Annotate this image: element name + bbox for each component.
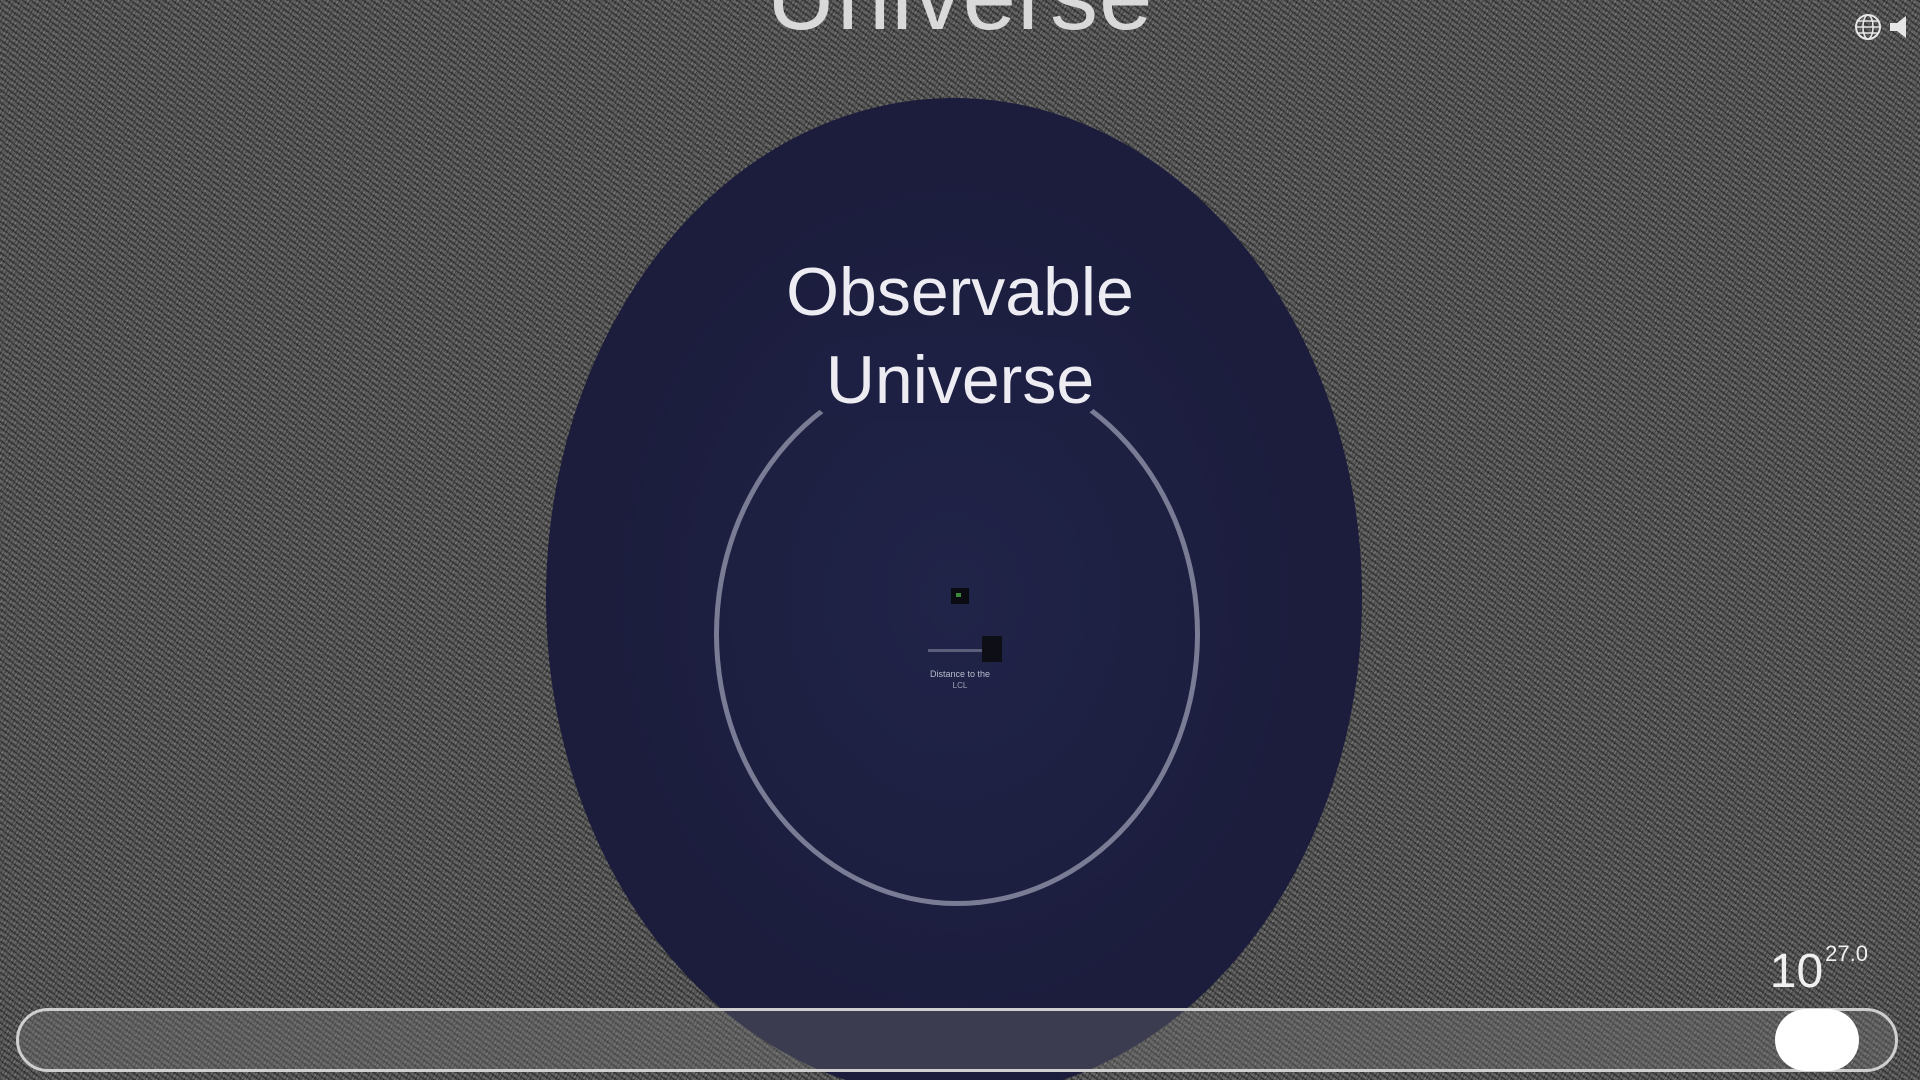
scale-base: 10 [1769,945,1824,998]
distance-label: Distance to the [929,669,991,679]
scale-readout: 1027.0 [1769,941,1868,999]
zoom-slider-track[interactable] [16,1008,1898,1072]
distance-object-thumbnail[interactable] [982,636,1002,662]
speaker-icon[interactable] [1886,12,1916,42]
observable-universe-title-line2: Universe [825,342,1095,418]
globe-icon[interactable] [1853,12,1883,42]
zoom-slider-thumb[interactable] [1775,1009,1860,1071]
distance-marker-line [928,649,984,652]
scale-exponent: 27.0 [1825,941,1868,966]
tiny-object-dot [956,593,961,597]
observable-universe-title: Observable Universe [760,248,1160,424]
outer-region-title: Universe [0,0,1920,52]
distance-sublabel: LCL [952,681,968,690]
observable-universe-title-line1: Observable [786,254,1134,330]
scale-viewer-canvas[interactable]: Universe Observable Universe Distance to… [0,0,1920,1080]
tiny-object-thumbnail[interactable] [951,588,969,604]
observable-universe-ring [714,362,1200,906]
